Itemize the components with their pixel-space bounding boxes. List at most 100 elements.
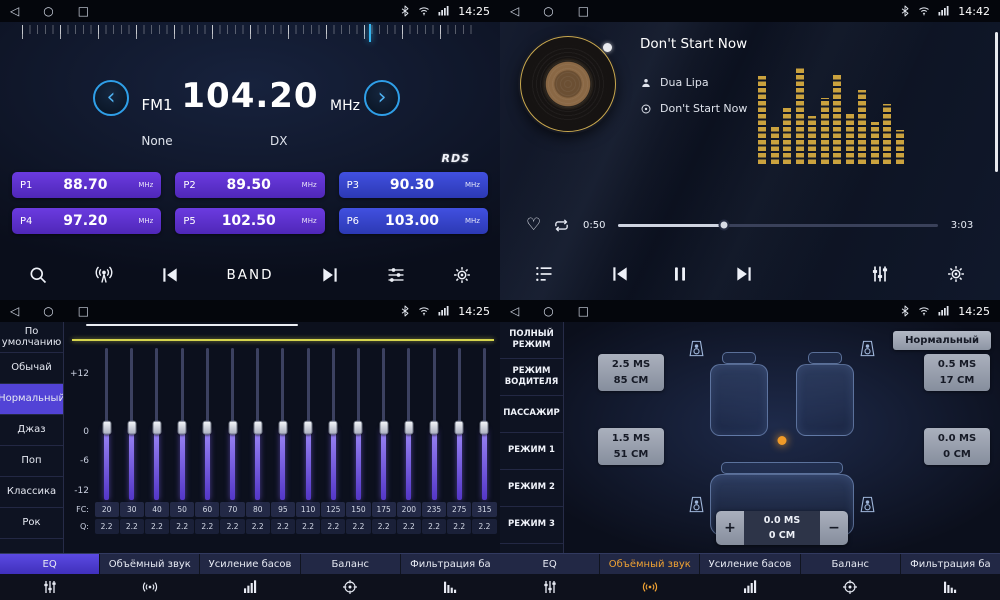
nav-home-icon[interactable]: ○ (43, 304, 53, 318)
bass-boost-tab-icon[interactable] (200, 579, 300, 595)
eq-slider-track[interactable] (458, 348, 461, 500)
bass-boost-tab-icon[interactable] (700, 579, 800, 595)
eq-slider-knob[interactable] (455, 420, 464, 434)
tab-filter[interactable]: Фильтрация ба (401, 554, 500, 574)
nav-home-icon[interactable]: ○ (543, 4, 553, 18)
eq-slider-knob[interactable] (329, 420, 338, 434)
eq-slider-knob[interactable] (152, 420, 161, 434)
adjust-sliders-icon[interactable] (386, 265, 406, 285)
eq-slider-knob[interactable] (354, 420, 363, 434)
eq-slider-track[interactable] (206, 348, 209, 500)
eq-band[interactable]: 175 2.2 (371, 348, 396, 548)
next-station-icon[interactable] (320, 265, 340, 285)
radio-preset-button[interactable]: P5 102.50 MHz (175, 208, 324, 234)
nav-recents-icon[interactable]: □ (578, 4, 589, 18)
nav-back-icon[interactable]: ◁ (510, 4, 519, 18)
playlist-icon[interactable] (534, 264, 554, 284)
eq-preset-item[interactable]: Поп (0, 446, 63, 477)
broadcast-icon[interactable] (94, 265, 114, 285)
nav-back-icon[interactable]: ◁ (510, 304, 519, 318)
listening-mode-item[interactable]: ПАССАЖИР (500, 396, 563, 433)
nav-recents-icon[interactable]: □ (78, 4, 89, 18)
tab-bass-boost[interactable]: Усиление басов (200, 554, 300, 574)
search-icon[interactable] (28, 265, 48, 285)
delay-rear-right-button[interactable]: 0.0 MS 0 CM (924, 428, 990, 465)
delay-increase-button[interactable]: + (716, 511, 744, 545)
nav-recents-icon[interactable]: □ (578, 304, 589, 318)
delay-decrease-button[interactable]: − (820, 511, 848, 545)
eq-slider-knob[interactable] (304, 420, 313, 434)
eq-band[interactable]: 275 2.2 (447, 348, 472, 548)
eq-slider-track[interactable] (433, 348, 436, 500)
eq-slider-knob[interactable] (253, 420, 262, 434)
equalizer-icon[interactable] (870, 264, 890, 284)
eq-slider-track[interactable] (332, 348, 335, 500)
eq-slider-track[interactable] (155, 348, 158, 500)
tab-balance[interactable]: Баланс (301, 554, 401, 574)
listening-mode-item[interactable]: РЕЖИМ 2 (500, 470, 563, 507)
eq-slider-track[interactable] (382, 348, 385, 500)
eq-slider-track[interactable] (181, 348, 184, 500)
settings-gear-icon[interactable] (946, 264, 966, 284)
previous-track-icon[interactable] (610, 264, 630, 284)
eq-slider-knob[interactable] (404, 420, 413, 434)
progress-knob[interactable] (718, 220, 729, 231)
eq-slider-knob[interactable] (178, 420, 187, 434)
profile-button[interactable]: Нормальный (893, 331, 991, 350)
eq-slider-knob[interactable] (430, 420, 439, 434)
surround-tab-icon[interactable] (100, 579, 200, 595)
previous-station-icon[interactable] (160, 265, 180, 285)
eq-preset-item[interactable]: Рок (0, 508, 63, 539)
radio-preset-button[interactable]: P3 90.30 MHz (339, 172, 488, 198)
nav-back-icon[interactable]: ◁ (10, 304, 19, 318)
surround-tab-icon[interactable] (600, 579, 700, 595)
delay-rear-left-button[interactable]: 1.5 MS 51 CM (598, 428, 664, 465)
tab-surround[interactable]: Объёмный звук (100, 554, 200, 574)
eq-band[interactable]: 125 2.2 (321, 348, 346, 548)
pause-button[interactable] (670, 264, 690, 284)
filter-tab-icon[interactable] (900, 579, 1000, 595)
balance-tab-icon[interactable] (300, 579, 400, 595)
eq-band[interactable]: 30 2.2 (119, 348, 144, 548)
balance-tab-icon[interactable] (800, 579, 900, 595)
eq-band[interactable]: 110 2.2 (296, 348, 321, 548)
eq-slider-track[interactable] (281, 348, 284, 500)
eq-slider-track[interactable] (357, 348, 360, 500)
settings-gear-icon[interactable] (452, 265, 472, 285)
eq-band[interactable]: 235 2.2 (421, 348, 446, 548)
tab-surround[interactable]: Объёмный звук (600, 554, 700, 574)
listening-mode-item[interactable]: РЕЖИМ ВОДИТЕЛЯ (500, 359, 563, 396)
eq-band[interactable]: 50 2.2 (170, 348, 195, 548)
radio-preset-button[interactable]: P4 97.20 MHz (12, 208, 161, 234)
eq-tab-icon[interactable] (500, 579, 600, 595)
eq-slider-track[interactable] (483, 348, 486, 500)
scrollbar[interactable] (995, 32, 998, 172)
band-button[interactable]: BAND (226, 267, 273, 283)
delay-front-left-button[interactable]: 2.5 MS 85 CM (598, 354, 664, 391)
tab-bass-boost[interactable]: Усиление басов (700, 554, 800, 574)
eq-slider-knob[interactable] (379, 420, 388, 434)
next-track-icon[interactable] (734, 264, 754, 284)
nav-home-icon[interactable]: ○ (543, 304, 553, 318)
eq-preset-item[interactable]: Нормальный (0, 384, 63, 415)
filter-tab-icon[interactable] (400, 579, 500, 595)
eq-band[interactable]: 80 2.2 (245, 348, 270, 548)
tab-eq[interactable]: EQ (0, 554, 100, 574)
eq-band[interactable]: 200 2.2 (396, 348, 421, 548)
eq-slider-track[interactable] (256, 348, 259, 500)
eq-slider-track[interactable] (307, 348, 310, 500)
eq-preset-item[interactable]: Джаз (0, 415, 63, 446)
radio-preset-button[interactable]: P2 89.50 MHz (175, 172, 324, 198)
tab-filter[interactable]: Фильтрация ба (901, 554, 1000, 574)
listening-mode-item[interactable]: РЕЖИМ 1 (500, 433, 563, 470)
nav-back-icon[interactable]: ◁ (10, 4, 19, 18)
eq-slider-track[interactable] (105, 348, 108, 500)
eq-slider-knob[interactable] (228, 420, 237, 434)
eq-band[interactable]: 95 2.2 (270, 348, 295, 548)
eq-slider-knob[interactable] (203, 420, 212, 434)
eq-slider-knob[interactable] (102, 420, 111, 434)
eq-slider-knob[interactable] (278, 420, 287, 434)
tab-eq[interactable]: EQ (500, 554, 600, 574)
listening-mode-item[interactable]: ПОЛНЫЙ РЕЖИМ (500, 322, 563, 359)
eq-slider-track[interactable] (407, 348, 410, 500)
